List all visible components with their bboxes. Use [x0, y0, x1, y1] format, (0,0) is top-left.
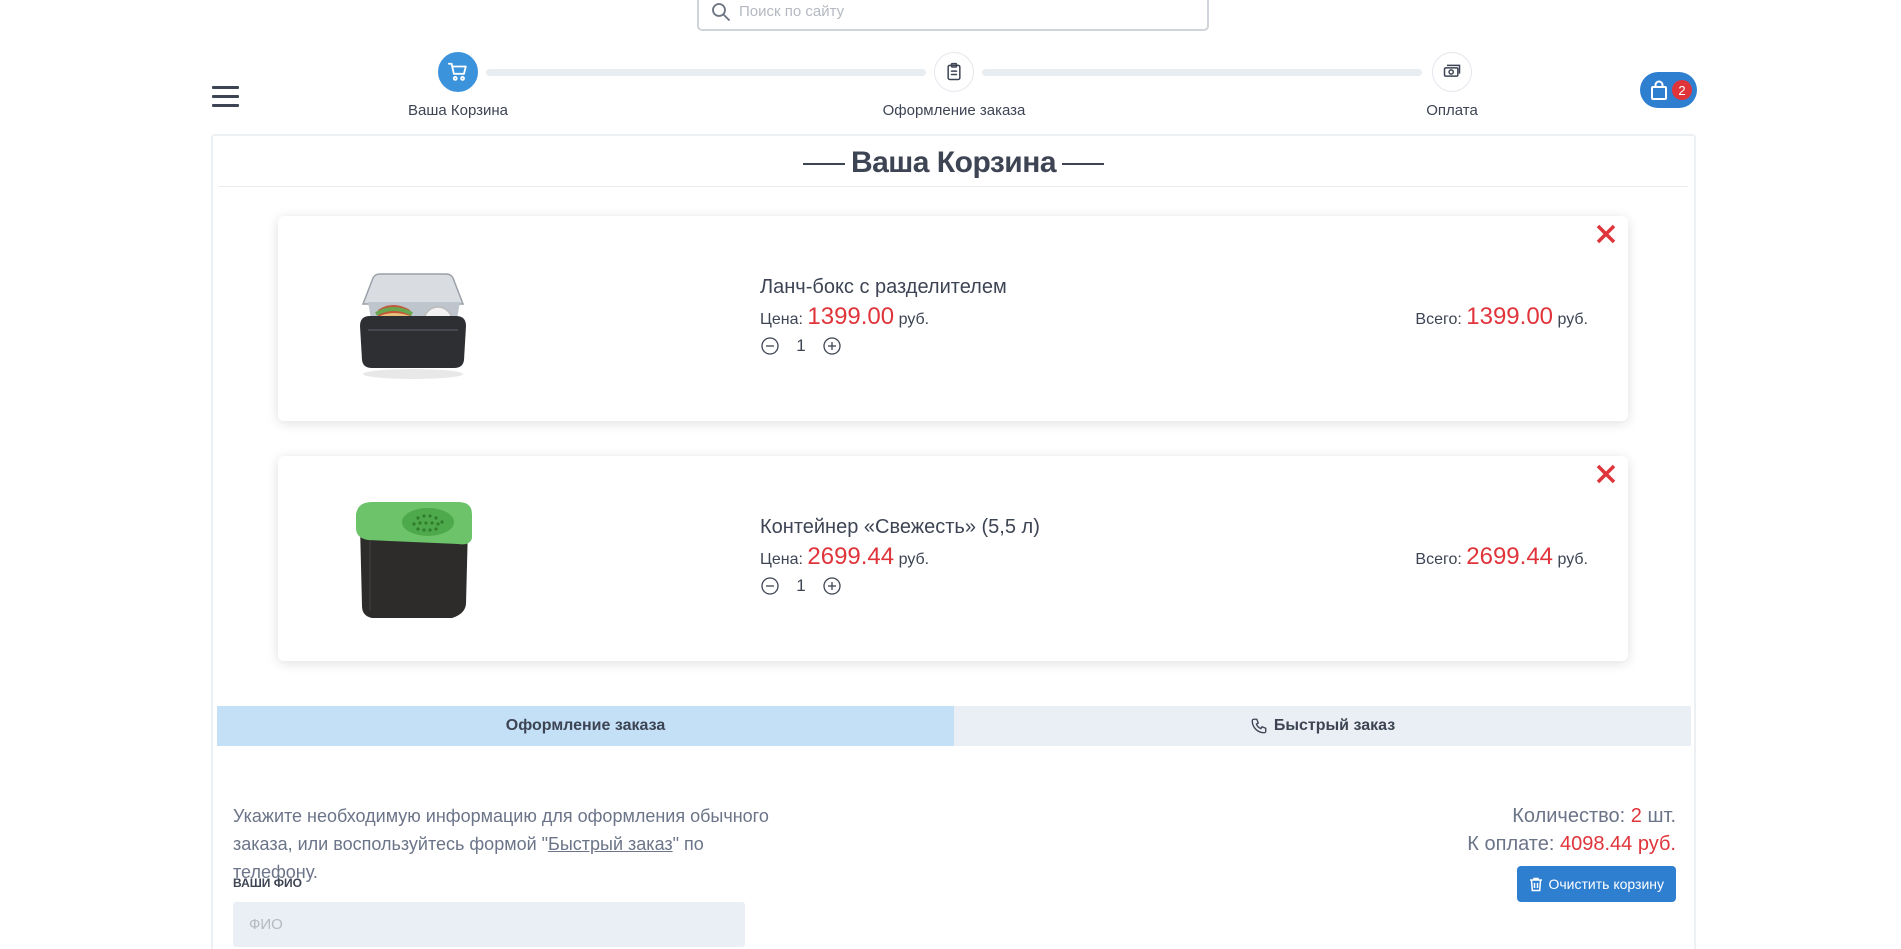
minus-circle-icon[interactable] — [760, 336, 780, 356]
checkout-instructions: Укажите необходимую информацию для оформ… — [233, 806, 769, 882]
shopping-bag-icon — [1651, 80, 1667, 100]
search-input[interactable] — [739, 0, 1179, 23]
search-bar — [697, 0, 1209, 31]
step-label-payment: Оплата — [1426, 102, 1478, 119]
minus-circle-icon[interactable] — [760, 576, 780, 596]
step-progress-line — [486, 69, 926, 76]
step-label-cart: Ваша Корзина — [407, 102, 509, 119]
order-summary: Количество: 2 шт. К оплате: 4098.44 руб. — [1467, 802, 1676, 858]
trash-icon — [1529, 877, 1542, 891]
menu-icon[interactable] — [212, 86, 239, 108]
payment-summary: К оплате: 4098.44 руб. — [1467, 833, 1676, 855]
step-progress-line — [982, 69, 1422, 76]
cart-count-badge: 2 — [1672, 80, 1692, 100]
item-name[interactable]: Ланч-бокс с разделителем — [760, 276, 1007, 299]
divider — [219, 186, 1688, 187]
cash-icon — [1443, 64, 1461, 77]
fio-label: ВАШИ ФИО — [233, 876, 302, 890]
step-payment[interactable] — [1432, 52, 1472, 92]
item-total: Всего: 2699.44 руб. — [1415, 543, 1588, 570]
search-icon — [712, 3, 730, 21]
cart-panel: Ваша Корзина Ланч-бокс с разделителем Це… — [211, 134, 1696, 949]
item-price: Цена: 1399.00 руб. — [760, 303, 930, 330]
cart-item: Контейнер «Свежесть» (5,5 л) Цена: 2699.… — [278, 456, 1628, 661]
tab-quick-order[interactable]: Быстрый заказ — [954, 706, 1691, 746]
fio-field[interactable] — [233, 902, 745, 947]
plus-circle-icon[interactable] — [822, 576, 842, 596]
step-label-checkout: Оформление заказа — [882, 102, 1026, 119]
product-image-container — [356, 502, 472, 618]
item-total: Всего: 1399.00 руб. — [1415, 303, 1588, 330]
tab-checkout[interactable]: Оформление заказа — [217, 706, 954, 746]
quantity-value: 1 — [796, 336, 806, 355]
cart-icon — [447, 62, 467, 81]
clipboard-icon — [947, 62, 961, 81]
step-cart[interactable] — [438, 52, 478, 92]
quantity-stepper: 1 — [760, 336, 842, 356]
quantity-stepper: 1 — [760, 576, 842, 596]
item-name[interactable]: Контейнер «Свежесть» (5,5 л) — [760, 516, 1040, 539]
page-title: Ваша Корзина — [213, 146, 1694, 180]
item-price: Цена: 2699.44 руб. — [760, 543, 930, 570]
cart-item: Ланч-бокс с разделителем Цена: 1399.00 р… — [278, 216, 1628, 421]
clear-cart-button[interactable]: Очистить корзину — [1516, 866, 1676, 902]
remove-item-icon[interactable] — [1594, 462, 1618, 486]
cart-button[interactable]: 2 — [1640, 72, 1697, 108]
plus-circle-icon[interactable] — [822, 336, 842, 356]
phone-icon — [1251, 718, 1267, 734]
product-image-lunchbox — [360, 273, 466, 379]
quick-order-link[interactable]: Быстрый заказ — [548, 834, 673, 854]
checkout-stepper: Ваша Корзина Оформление заказа Оплата — [400, 52, 1500, 122]
quantity-summary: Количество: 2 шт. — [1512, 805, 1676, 827]
quantity-value: 1 — [796, 576, 806, 595]
step-checkout[interactable] — [934, 52, 974, 92]
remove-item-icon[interactable] — [1594, 222, 1618, 246]
order-tabs: Оформление заказа Быстрый заказ — [217, 706, 1691, 746]
